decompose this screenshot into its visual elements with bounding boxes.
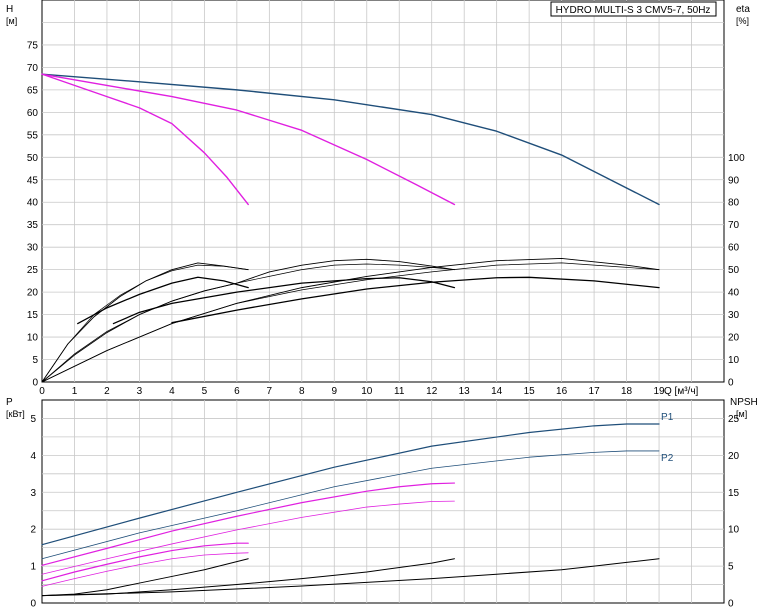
top-left-tick-label: 15 [27, 310, 39, 321]
x-axis-label: Q [м³/ч] [664, 386, 699, 397]
curve-label-p2: P2 [661, 453, 674, 464]
bottom-right-axis-label: NPSH [730, 397, 758, 408]
x-tick-label: 9 [332, 386, 338, 397]
top-right-tick-label: 80 [728, 198, 740, 209]
top-left-tick-label: 10 [27, 333, 39, 344]
top-left-tick-label: 30 [27, 243, 39, 254]
top-left-tick-label: 25 [27, 265, 39, 276]
top-right-tick-label: 30 [728, 310, 740, 321]
bottom-left-tick-label: 0 [30, 599, 36, 610]
bottom-left-tick-label: 2 [30, 525, 36, 536]
top-left-tick-label: 40 [27, 198, 39, 209]
top-right-tick-label: 0 [728, 378, 734, 389]
top-grid [41, 0, 725, 383]
x-tick-label: 5 [202, 386, 208, 397]
top-left-axis-unit: [м] [6, 16, 17, 26]
x-tick-label: 1 [72, 386, 78, 397]
x-tick-label: 18 [621, 386, 633, 397]
bottom-left-tick-label: 3 [30, 488, 36, 499]
bottom-left-tick-label: 4 [30, 451, 36, 462]
top-right-tick-label: 60 [728, 243, 740, 254]
top-left-tick-label: 0 [32, 378, 38, 389]
bottom-left-axis-label: P [6, 397, 13, 408]
x-tick-label: 6 [234, 386, 240, 397]
top-right-tick-label: 40 [728, 288, 740, 299]
x-tick-label: 16 [556, 386, 568, 397]
bottom-right-tick-label: 0 [728, 599, 734, 610]
top-right-tick-label: 70 [728, 220, 740, 231]
x-tick-label: 4 [169, 386, 175, 397]
x-tick-label: 0 [39, 386, 45, 397]
bottom-left-axis-unit: [кВт] [6, 409, 25, 419]
bottom-frame [41, 399, 725, 604]
x-tick-label: 14 [491, 386, 503, 397]
pump-performance-chart: 0 1 2 3 4 5 6 7 8 9 10 11 12 13 14 15 16 17 18 190510152025… [6, 0, 758, 610]
top-right-tick-label: 50 [728, 265, 740, 276]
top-right-tick-label: 20 [728, 333, 740, 344]
curve-label-p1: P1 [661, 412, 674, 423]
top-left-tick-label: 70 [27, 63, 39, 74]
top-right-axis-unit: [%] [736, 16, 749, 26]
top-frame [41, 0, 725, 383]
top-right-tick-label: 10 [728, 355, 740, 366]
x-tick-label: 12 [426, 386, 438, 397]
x-tick-label: 13 [459, 386, 471, 397]
x-tick-label: 15 [524, 386, 536, 397]
x-tick-label: 7 [267, 386, 273, 397]
chart-title: HYDRO MULTI-S 3 CMV5-7, 50Hz [556, 5, 711, 16]
bottom-right-tick-label: 10 [728, 525, 740, 536]
x-tick-label: 10 [361, 386, 373, 397]
top-left-tick-label: 65 [27, 85, 39, 96]
top-left-tick-label: 5 [32, 355, 38, 366]
top-left-tick-label: 35 [27, 220, 39, 231]
top-left-tick-label: 75 [27, 40, 39, 51]
top-left-tick-label: 55 [27, 130, 39, 141]
bottom-right-tick-label: 20 [728, 451, 740, 462]
top-right-axis-label: eta [736, 4, 750, 15]
bottom-right-axis-unit: [м] [736, 409, 747, 419]
x-tick-label: 11 [394, 386, 405, 397]
x-tick-label: 8 [299, 386, 305, 397]
top-right-tick-label: 100 [728, 153, 745, 164]
bottom-right-tick-label: 15 [728, 488, 740, 499]
x-tick-label: 17 [589, 386, 601, 397]
bottom-grid [41, 399, 725, 604]
top-right-tick-label: 90 [728, 175, 740, 186]
bottom-right-tick-label: 5 [728, 562, 734, 573]
top-left-tick-label: 20 [27, 288, 39, 299]
x-tick-label: 3 [137, 386, 143, 397]
bottom-left-tick-label: 1 [30, 562, 36, 573]
x-tick-label: 2 [104, 386, 110, 397]
bottom-left-tick-label: 5 [30, 414, 36, 425]
top-left-tick-label: 60 [27, 108, 39, 119]
top-left-tick-label: 45 [27, 175, 39, 186]
top-left-axis-label: H [6, 4, 13, 15]
top-left-tick-label: 50 [27, 153, 39, 164]
